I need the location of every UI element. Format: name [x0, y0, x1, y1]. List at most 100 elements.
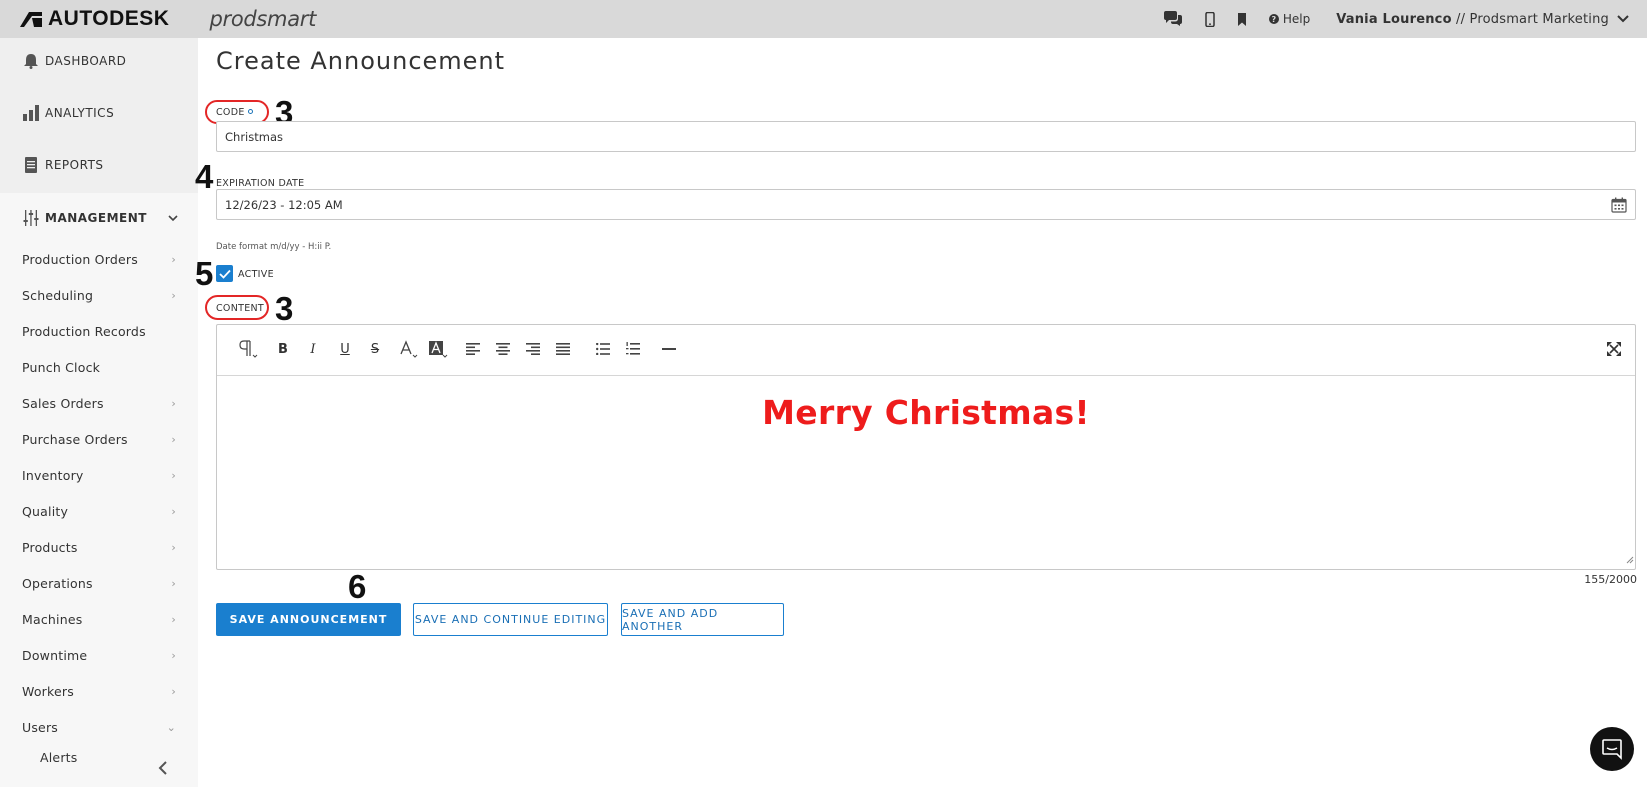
sidebar-item-label: Operations: [22, 575, 93, 591]
annotation-step-number: 5: [195, 255, 214, 292]
mobile-icon[interactable]: [1205, 11, 1215, 27]
required-indicator-icon: [247, 109, 253, 114]
chevron-right-icon: ›: [171, 540, 176, 554]
top-bar: AUTODESK prodsmart ? Help Vania Lourenco…: [0, 0, 1647, 38]
italic-icon[interactable]: I: [305, 339, 321, 359]
sidebar-item-workers[interactable]: Workers ›: [22, 681, 176, 701]
bell-icon: [22, 52, 40, 70]
active-label[interactable]: ACTIVE: [238, 269, 274, 280]
calendar-icon[interactable]: [1611, 197, 1627, 216]
bold-icon[interactable]: B: [275, 339, 291, 359]
chevron-down-icon: ⌄: [166, 720, 176, 734]
announcement-text: Merry Christmas!: [762, 393, 1090, 432]
page-title: Create Announcement: [216, 47, 506, 75]
org-name: Prodsmart Marketing: [1469, 11, 1609, 27]
sidebar-item-operations[interactable]: Operations ›: [22, 573, 176, 593]
bookmark-icon[interactable]: [1237, 12, 1247, 26]
resize-handle-icon[interactable]: [1626, 549, 1634, 568]
save-and-continue-button[interactable]: SAVE AND CONTINUE EDITING: [413, 603, 608, 636]
sidebar-item-label: Products: [22, 539, 78, 555]
font-color-icon[interactable]: [397, 339, 419, 359]
help-label: Help: [1282, 12, 1311, 26]
sidebar-item-label: Machines: [22, 611, 83, 627]
chevron-right-icon: ›: [171, 468, 176, 482]
align-center-icon[interactable]: [495, 339, 511, 359]
bullet-list-icon[interactable]: [595, 339, 611, 359]
bar-chart-icon: [22, 104, 40, 122]
editor-content-area[interactable]: Merry Christmas!: [217, 377, 1635, 567]
sidebar-item-label: Purchase Orders: [22, 431, 128, 447]
annotation-step-number: 6: [348, 568, 367, 605]
sidebar-item-reports[interactable]: REPORTS: [0, 155, 198, 175]
support-chat-button[interactable]: [1590, 727, 1634, 771]
main-content: Create Announcement CODE 3 Christmas 4 E…: [195, 38, 1647, 787]
align-left-icon[interactable]: [465, 339, 481, 359]
user-separator: //: [1451, 11, 1470, 27]
sidebar-item-alerts[interactable]: Alerts: [40, 749, 194, 765]
help-icon: ?: [1268, 14, 1279, 24]
sidebar-item-label: Punch Clock: [22, 359, 101, 375]
chevron-right-icon: ›: [171, 684, 176, 698]
sidebar-item-downtime[interactable]: Downtime ›: [22, 645, 176, 665]
code-field[interactable]: Christmas: [216, 121, 1636, 152]
sidebar-item-analytics[interactable]: ANALYTICS: [0, 103, 198, 123]
chat-icon[interactable]: [1163, 11, 1183, 27]
chevron-down-icon[interactable]: [1617, 15, 1629, 23]
horizontal-rule-icon[interactable]: [661, 339, 677, 359]
align-right-icon[interactable]: [525, 339, 541, 359]
help-link[interactable]: ? Help: [1268, 12, 1311, 26]
sidebar-item-users[interactable]: Users ⌄: [22, 717, 176, 737]
editor-toolbar: B I U S: [217, 325, 1635, 376]
character-counter: 155/2000: [1584, 573, 1637, 586]
collapse-sidebar-icon[interactable]: [158, 760, 168, 779]
sidebar-item-production-records[interactable]: Production Records: [22, 321, 176, 341]
product-name[interactable]: prodsmart: [209, 7, 316, 31]
strikethrough-icon[interactable]: S: [367, 339, 383, 359]
user-menu[interactable]: Vania Lourenco // Prodsmart Marketing: [1336, 12, 1609, 27]
content-label: CONTENT: [216, 303, 265, 314]
expiration-date-field[interactable]: 12/26/23 - 12:05 AM: [216, 189, 1636, 220]
fullscreen-icon[interactable]: [1605, 339, 1623, 359]
underline-icon[interactable]: U: [337, 339, 353, 359]
sidebar-item-label: Scheduling: [22, 287, 94, 303]
sidebar-item-sales-orders[interactable]: Sales Orders ›: [22, 393, 176, 413]
numbered-list-icon[interactable]: [625, 339, 641, 359]
brand-name: AUTODESK: [48, 7, 170, 30]
sidebar-item-label: Production Orders: [22, 251, 138, 267]
sidebar-item-machines[interactable]: Machines ›: [22, 609, 176, 629]
sidebar-item-label: MANAGEMENT: [45, 211, 147, 225]
save-announcement-button[interactable]: SAVE ANNOUNCEMENT: [216, 603, 401, 636]
chevron-right-icon: ›: [171, 396, 176, 410]
expiration-date-value: 12/26/23 - 12:05 AM: [225, 197, 343, 212]
active-checkbox[interactable]: [216, 265, 233, 282]
align-justify-icon[interactable]: [555, 339, 571, 359]
date-format-hint: Date format m/d/yy - H:ii P.: [216, 242, 332, 252]
sidebar-item-products[interactable]: Products ›: [22, 537, 176, 557]
sidebar-item-label: ANALYTICS: [45, 106, 115, 120]
user-name: Vania Lourenco: [1336, 11, 1452, 27]
sidebar-item-scheduling[interactable]: Scheduling ›: [22, 285, 176, 305]
chevron-right-icon: ›: [171, 648, 176, 662]
annotation-step-number: 3: [275, 290, 294, 327]
sidebar-item-label: Workers: [22, 683, 74, 699]
autodesk-logo[interactable]: AUTODESK: [20, 7, 169, 31]
sidebar-item-quality[interactable]: Quality ›: [22, 501, 176, 521]
paragraph-icon[interactable]: [237, 339, 259, 359]
save-and-add-another-button[interactable]: SAVE AND ADD ANOTHER: [621, 603, 784, 636]
chevron-right-icon: ›: [171, 288, 176, 302]
sliders-icon: [22, 209, 40, 227]
highlight-icon[interactable]: [427, 339, 449, 359]
sidebar-item-inventory[interactable]: Inventory ›: [22, 465, 176, 485]
sidebar-item-management[interactable]: MANAGEMENT: [0, 208, 198, 228]
sidebar-item-dashboard[interactable]: DASHBOARD: [0, 51, 198, 71]
expiration-date-label: EXPIRATION DATE: [216, 178, 305, 189]
chevron-right-icon: ›: [171, 504, 176, 518]
sidebar-item-label: Alerts: [40, 749, 78, 765]
chevron-right-icon: ›: [171, 252, 176, 266]
document-icon: [22, 156, 40, 174]
sidebar-item-punch-clock[interactable]: Punch Clock: [22, 357, 176, 377]
sidebar-item-purchase-orders[interactable]: Purchase Orders ›: [22, 429, 176, 449]
chevron-right-icon: ›: [171, 576, 176, 590]
management-section: MANAGEMENT Production Orders › Scheduling…: [0, 193, 198, 787]
sidebar-item-production-orders[interactable]: Production Orders ›: [22, 249, 176, 269]
